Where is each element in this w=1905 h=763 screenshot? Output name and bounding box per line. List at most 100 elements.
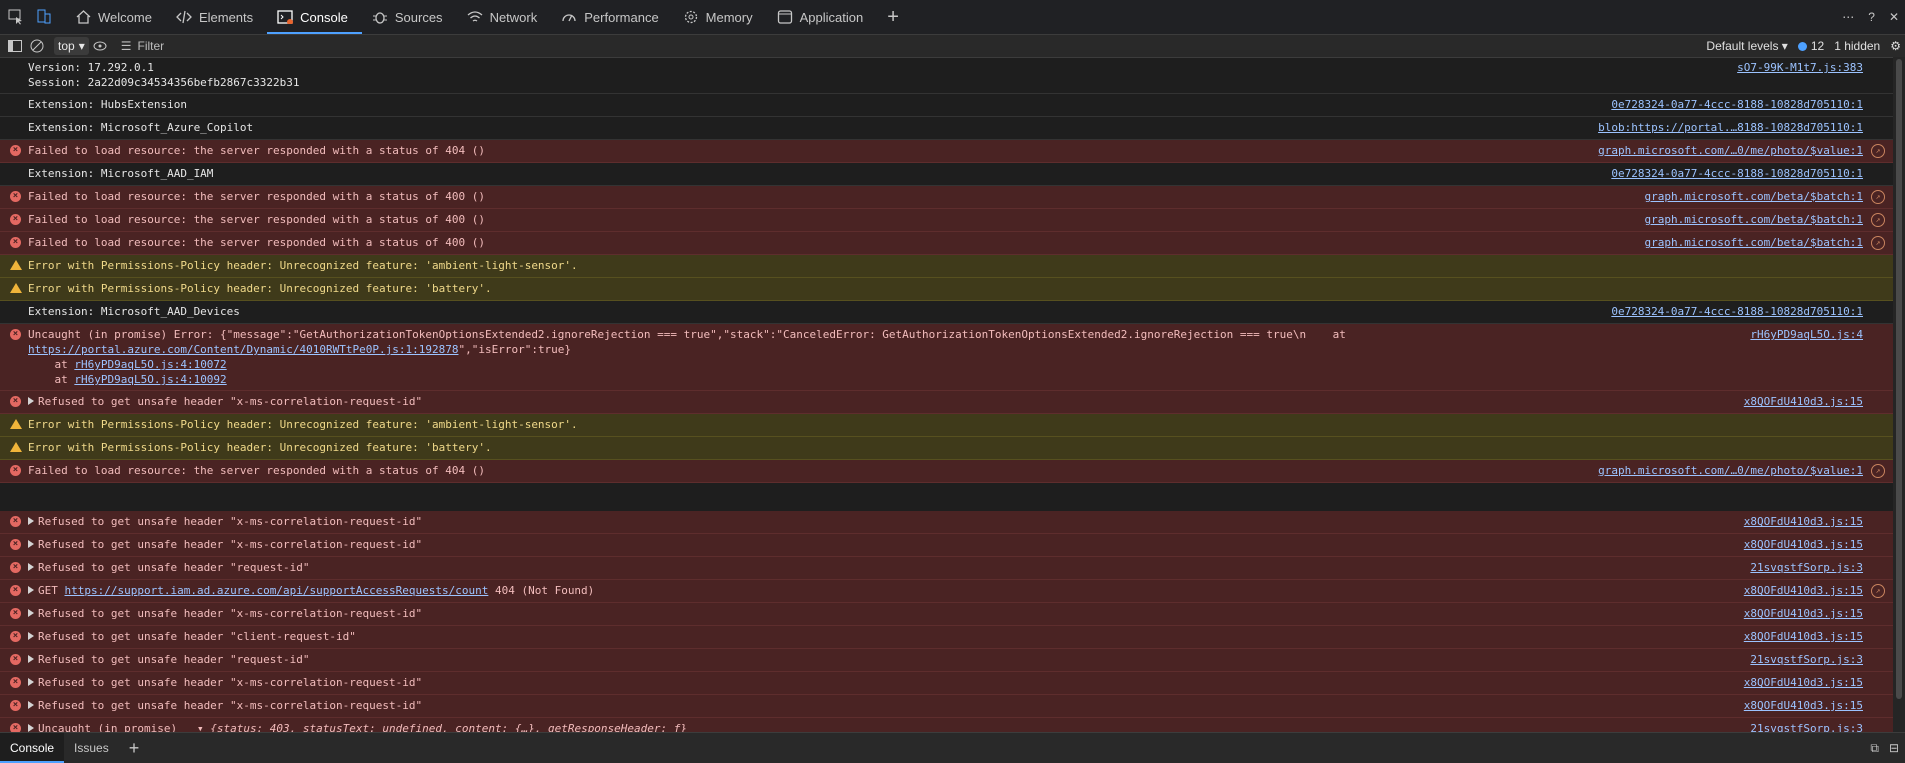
source-link[interactable]: x8QOFdU410d3.js:15 — [1744, 675, 1863, 690]
message-content: Refused to get unsafe header "x-ms-corre… — [38, 607, 423, 620]
console-settings-icon[interactable]: ⚙ — [1890, 39, 1901, 53]
error-message: × Refused to get unsafe header "x-ms-corr… — [0, 391, 1893, 414]
source-link[interactable]: x8QOFdU410d3.js:15 — [1744, 583, 1863, 598]
expand-triangle-icon[interactable] — [28, 540, 34, 548]
source-link[interactable]: x8QOFdU410d3.js:15 — [1744, 394, 1863, 409]
source-link[interactable]: graph.microsoft.com/beta/$batch:1 — [1644, 212, 1863, 227]
tab-welcome[interactable]: Welcome — [66, 0, 166, 34]
source-link[interactable]: x8QOFdU410d3.js:15 — [1744, 629, 1863, 644]
expand-triangle-icon[interactable] — [28, 609, 34, 617]
context-selector[interactable]: top ▾ — [54, 37, 89, 55]
source-link[interactable]: 0e728324-0a77-4ccc-8188-10828d705110:1 — [1611, 97, 1863, 112]
log-message: Extension: Microsoft_AAD_Devices 0e728324… — [0, 301, 1893, 324]
message-text: Refused to get unsafe header "x-ms-corre… — [28, 537, 1863, 552]
expand-triangle-icon[interactable] — [28, 678, 34, 686]
source-link[interactable]: sO7-99K-M1t7.js:383 — [1737, 60, 1863, 75]
inspect-icon[interactable] — [4, 5, 28, 29]
more-options-icon[interactable]: ⋯ — [1842, 10, 1854, 24]
message-text: Error with Permissions-Policy header: Un… — [28, 417, 1863, 432]
source-link[interactable]: x8QOFdU410d3.js:15 — [1744, 698, 1863, 713]
error-message: × Failed to load resource: the server res… — [0, 460, 1893, 483]
source-link[interactable]: x8QOFdU410d3.js:15 — [1744, 606, 1863, 621]
tab-network[interactable]: Network — [457, 0, 552, 34]
error-message: × Refused to get unsafe header "x-ms-corr… — [0, 672, 1893, 695]
source-link[interactable]: 21svqstfSorp.js:3 — [1750, 560, 1863, 575]
wifi-icon — [467, 10, 490, 24]
expand-triangle-icon[interactable] — [28, 701, 34, 709]
network-request-icon[interactable]: ↗ — [1871, 236, 1885, 250]
stack-link[interactable]: rH6yPD9aqL5O.js:4:10092 — [74, 373, 226, 386]
network-request-icon[interactable]: ↗ — [1871, 213, 1885, 227]
error-message: × Refused to get unsafe header "x-ms-corr… — [0, 534, 1893, 557]
message-text: GET https://support.iam.ad.azure.com/api… — [28, 583, 1863, 598]
drawer-add-icon[interactable]: + — [119, 733, 150, 763]
stack-link[interactable]: https://portal.azure.com/Content/Dynamic… — [28, 343, 458, 356]
expand-triangle-icon[interactable] — [28, 586, 34, 594]
filter-input[interactable]: ☰ Filter — [121, 39, 164, 53]
warning-message: Error with Permissions-Policy header: Un… — [0, 437, 1893, 460]
message-content: Refused to get unsafe header "x-ms-corre… — [38, 699, 423, 712]
source-link[interactable]: 0e728324-0a77-4ccc-8188-10828d705110:1 — [1611, 166, 1863, 181]
tab-elements[interactable]: Elements — [166, 0, 267, 34]
gear-icon — [683, 10, 706, 24]
source-link[interactable]: graph.microsoft.com/…0/me/photo/$value:1 — [1598, 143, 1863, 158]
network-request-icon[interactable]: ↗ — [1871, 584, 1885, 598]
source-link[interactable]: rH6yPD9aqL5O.js:4 — [1750, 327, 1863, 342]
warning-icon — [10, 260, 22, 270]
drawer-tabbar: Console Issues + ⧉ ⊟ — [0, 732, 1905, 763]
bug-icon — [372, 10, 395, 24]
source-link[interactable]: graph.microsoft.com/beta/$batch:1 — [1644, 235, 1863, 250]
log-levels-dropdown[interactable]: Default levels ▾ — [1706, 39, 1787, 53]
tab-console[interactable]: Console — [267, 0, 362, 34]
source-link[interactable]: graph.microsoft.com/beta/$batch:1 — [1644, 189, 1863, 204]
tab-application[interactable]: Application — [767, 0, 878, 34]
clear-console-icon[interactable] — [26, 35, 48, 57]
source-link[interactable]: graph.microsoft.com/…0/me/photo/$value:1 — [1598, 463, 1863, 478]
request-url-link[interactable]: https://support.iam.ad.azure.com/api/sup… — [65, 584, 489, 597]
sidebar-toggle-icon[interactable] — [4, 35, 26, 57]
expand-triangle-icon[interactable] — [28, 397, 34, 405]
expand-triangle-icon[interactable] — [28, 655, 34, 663]
error-message: × Refused to get unsafe header "x-ms-corr… — [0, 511, 1893, 534]
expand-triangle-icon[interactable] — [28, 632, 34, 640]
message-content: Refused to get unsafe header "x-ms-corre… — [38, 676, 423, 689]
message-content: Failed to load resource: the server resp… — [28, 464, 485, 477]
message-icon — [1797, 41, 1807, 51]
dock-icon[interactable]: ⧉ — [1870, 741, 1879, 756]
issues-counter[interactable]: 12 — [1797, 39, 1824, 53]
source-link[interactable]: blob:https://portal.…8188-10828d705110:1 — [1598, 120, 1863, 135]
message-content: Extension: Microsoft_AAD_IAM — [28, 167, 214, 180]
expand-triangle-icon[interactable] — [28, 517, 34, 525]
drawer-tab-console[interactable]: Console — [0, 733, 65, 763]
expand-triangle-icon[interactable] — [28, 724, 34, 732]
source-link[interactable]: 0e728324-0a77-4ccc-8188-10828d705110:1 — [1611, 304, 1863, 319]
add-tab-icon[interactable]: + — [877, 6, 909, 29]
console-scrollbar[interactable] — [1893, 57, 1905, 733]
live-expression-eye-icon[interactable] — [89, 35, 111, 57]
close-icon[interactable]: ✕ — [1889, 10, 1899, 24]
message-text: Failed to load resource: the server resp… — [28, 212, 1863, 227]
scrollbar-thumb[interactable] — [1896, 59, 1902, 699]
log-message: Extension: Microsoft_Azure_Copilot blob:h… — [0, 117, 1893, 140]
help-icon[interactable]: ? — [1868, 10, 1875, 24]
source-link[interactable]: x8QOFdU410d3.js:15 — [1744, 537, 1863, 552]
drawer-tab-issues[interactable]: Issues — [64, 733, 119, 763]
close-drawer-icon[interactable]: ⊟ — [1889, 741, 1899, 756]
source-link[interactable]: x8QOFdU410d3.js:15 — [1744, 514, 1863, 529]
console-toolbar: top ▾ ☰ Filter Default levels ▾ 12 1 hid… — [0, 35, 1905, 58]
network-request-icon[interactable]: ↗ — [1871, 190, 1885, 204]
expand-triangle-icon[interactable] — [28, 563, 34, 571]
device-toggle-icon[interactable] — [32, 5, 56, 29]
network-request-icon[interactable]: ↗ — [1871, 464, 1885, 478]
tab-sources[interactable]: Sources — [362, 0, 457, 34]
warning-icon — [10, 283, 22, 293]
stack-link[interactable]: rH6yPD9aqL5O.js:4:10072 — [74, 358, 226, 371]
error-icon: × — [10, 585, 21, 596]
hidden-count: 1 hidden — [1834, 39, 1881, 53]
network-request-icon[interactable]: ↗ — [1871, 144, 1885, 158]
tab-memory[interactable]: Memory — [673, 0, 767, 34]
message-text: Failed to load resource: the server resp… — [28, 463, 1863, 478]
tab-performance[interactable]: Performance — [551, 0, 672, 34]
source-link[interactable]: 21svqstfSorp.js:3 — [1750, 652, 1863, 667]
message-content: Extension: Microsoft_AAD_Devices — [28, 305, 240, 318]
